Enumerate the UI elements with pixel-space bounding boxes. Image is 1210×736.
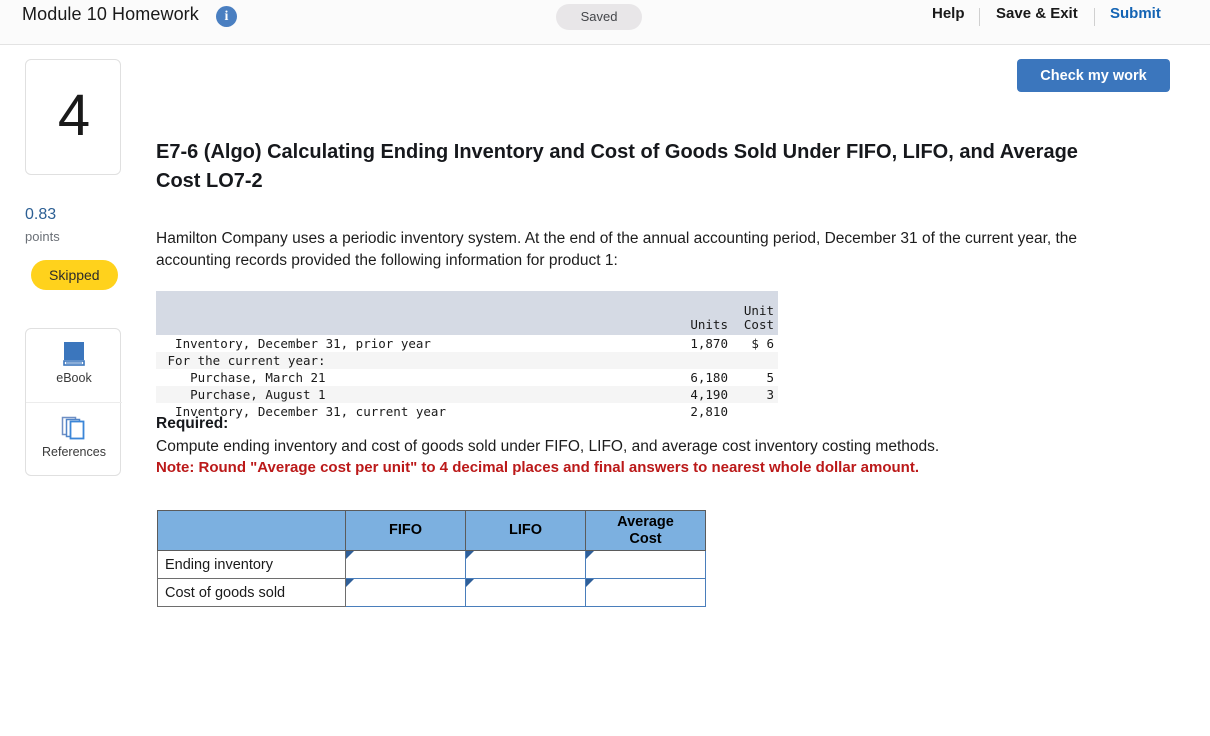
table-row: Inventory, December 31, prior year 1,870… [156, 335, 778, 352]
required-text: Compute ending inventory and cost of goo… [156, 438, 940, 455]
required-label: Required: [156, 415, 229, 432]
fact-row-label: For the current year: [156, 352, 640, 369]
cogs-lifo-cell[interactable] [465, 578, 586, 607]
answer-header-lifo: LIFO [465, 510, 586, 551]
cogs-fifo-cell[interactable] [345, 578, 466, 607]
cogs-lifo-input[interactable] [466, 579, 585, 606]
fact-row-label: Purchase, March 21 [160, 370, 326, 385]
fact-row-units: 4,190 [640, 386, 732, 403]
table-row: Purchase, August 1 4,190 3 [156, 386, 778, 403]
save-and-exit-link[interactable]: Save & Exit [996, 5, 1078, 22]
required-note: Note: Round "Average cost per unit" to 4… [156, 459, 919, 476]
cell-marker-icon [586, 551, 594, 559]
fact-row-unit-cost: 5 [766, 370, 774, 385]
unit-cost-line-1: Unit [743, 303, 774, 318]
check-my-work-button[interactable]: Check my work [1017, 59, 1170, 92]
table-row: For the current year: [156, 352, 778, 369]
fact-header-label [156, 291, 640, 335]
question-number-card: 4 [25, 59, 121, 175]
fact-row-unit-cost [732, 403, 778, 420]
ending-inventory-lifo-input[interactable] [466, 551, 585, 578]
fact-row-label: Purchase, August 1 [156, 386, 640, 403]
answer-table-body: Ending inventory Cost of goods sold [157, 550, 706, 607]
fact-row-unit-cost [732, 352, 778, 369]
table-row: Inventory, December 31, current year 2,8… [156, 403, 778, 420]
question-title: E7-6 (Algo) Calculating Ending Inventory… [156, 141, 1078, 192]
book-icon [26, 340, 122, 370]
top-bar: Module 10 Homework i Saved Help Save & E… [0, 0, 1210, 45]
answer-header-average-cost: Average Cost [585, 510, 706, 551]
answer-row-label-cost-of-goods-sold: Cost of goods sold [157, 578, 346, 607]
fact-row-units: 2,810 [690, 404, 728, 419]
page-title: Module 10 Homework [22, 4, 199, 24]
info-icon[interactable]: i [216, 6, 237, 27]
answer-header-corner [157, 510, 346, 551]
pages-icon [26, 414, 122, 444]
ending-inventory-fifo-input[interactable] [346, 551, 465, 578]
average-cost-line-1: Average [617, 513, 674, 530]
cell-marker-icon [466, 579, 474, 587]
fact-row-label: Inventory, December 31, prior year [160, 336, 431, 351]
answer-header-fifo: FIFO [345, 510, 466, 551]
ending-inventory-average-cell[interactable] [585, 550, 706, 579]
question-number: 4 [57, 83, 91, 148]
cell-marker-icon [586, 579, 594, 587]
saved-status-badge: Saved [556, 4, 642, 30]
unit-cost-line-2: Cost [743, 317, 774, 332]
fact-row-unit-cost: 3 [732, 386, 778, 403]
fact-row-units: 1,870 [690, 336, 728, 351]
submit-link[interactable]: Submit [1110, 5, 1161, 22]
ebook-button[interactable]: eBook [26, 329, 122, 403]
tools-panel: eBook References [25, 328, 122, 477]
cell-marker-icon [346, 579, 354, 587]
answer-table-head: FIFO LIFO Average Cost [157, 510, 706, 551]
status-badge: Skipped [31, 260, 118, 290]
divider [1094, 8, 1095, 26]
ebook-label: eBook [56, 371, 92, 385]
fact-table-head: Units Unit Cost [156, 291, 778, 335]
help-link[interactable]: Help [932, 5, 965, 22]
table-row: Ending inventory [157, 550, 706, 579]
answer-row-label-ending-inventory: Ending inventory [157, 550, 346, 579]
points-label: points [25, 229, 60, 244]
cell-marker-icon [466, 551, 474, 559]
table-row: Purchase, March 21 6,180 5 [156, 369, 778, 386]
fact-row-units: 6,180 [690, 370, 728, 385]
table-row: Cost of goods sold [157, 578, 706, 607]
points-value: 0.83 [25, 206, 57, 223]
fact-header-units: Units [640, 291, 732, 335]
cell-marker-icon [346, 551, 354, 559]
cogs-average-cell[interactable] [585, 578, 706, 607]
answer-header-row: FIFO LIFO Average Cost [157, 510, 706, 551]
fact-table-header-row: Units Unit Cost [156, 291, 778, 335]
divider [979, 8, 980, 26]
ending-inventory-fifo-cell[interactable] [345, 550, 466, 579]
fact-table-body: Inventory, December 31, prior year 1,870… [156, 335, 778, 420]
cogs-average-input[interactable] [586, 579, 705, 606]
question-intro-text: Hamilton Company uses a periodic invento… [156, 230, 1078, 269]
fact-header-unit-cost: Unit Cost [732, 291, 778, 335]
fact-row-unit-cost: $ 6 [751, 336, 774, 351]
cogs-fifo-input[interactable] [346, 579, 465, 606]
references-label: References [42, 445, 106, 459]
fact-row-label: Inventory, December 31, current year [160, 404, 446, 419]
inventory-fact-table: Units Unit Cost Inventory, December 31, … [156, 291, 778, 420]
answer-entry-table: FIFO LIFO Average Cost Ending inventory [157, 510, 706, 607]
ending-inventory-lifo-cell[interactable] [465, 550, 586, 579]
ending-inventory-average-input[interactable] [586, 551, 705, 578]
references-button[interactable]: References [26, 403, 122, 477]
fact-row-units [640, 352, 732, 369]
average-cost-line-2: Cost [629, 530, 662, 547]
